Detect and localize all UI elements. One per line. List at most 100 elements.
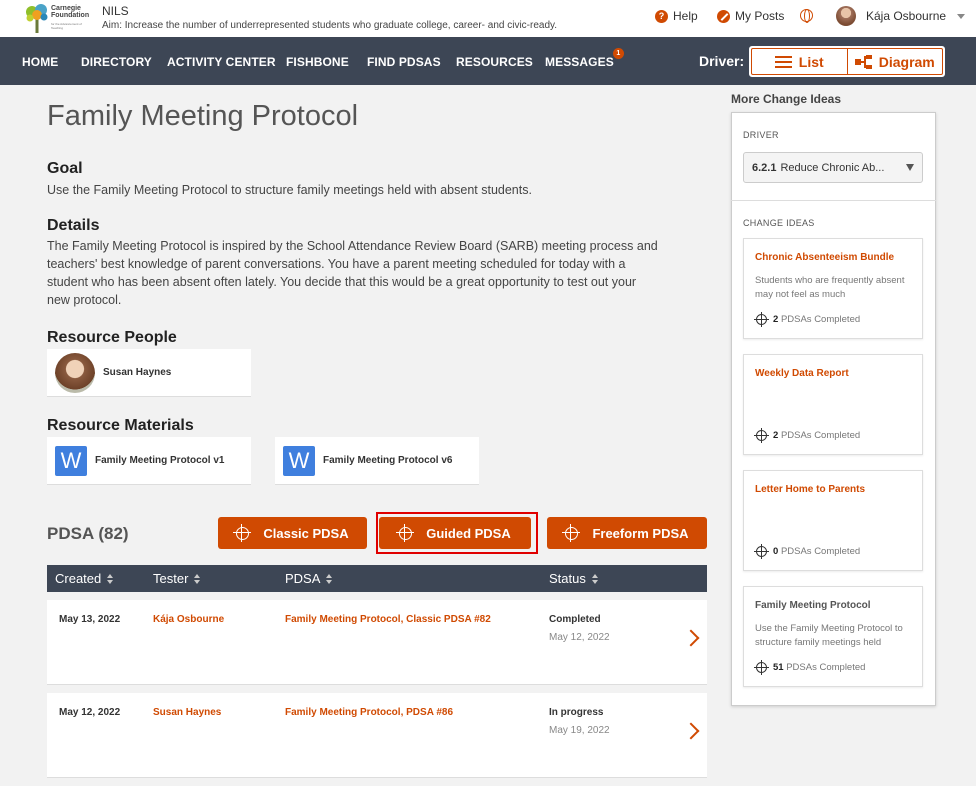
count-value: 51 xyxy=(773,662,784,673)
globe-icon xyxy=(800,9,813,23)
chevron-down-icon xyxy=(957,13,966,19)
col-created-label: Created xyxy=(55,571,102,586)
carnegie-logo[interactable]: Carnegie Foundation for the Advancement … xyxy=(24,2,89,34)
target-icon xyxy=(562,523,581,542)
row-pdsa[interactable]: Family Meeting Protocol, Classic PDSA #8… xyxy=(285,614,491,625)
list-label: List xyxy=(798,53,824,70)
nav-home[interactable]: HOME xyxy=(22,55,58,69)
pdsa-completed-count: 51 PDSAs Completed xyxy=(754,660,866,675)
target-icon xyxy=(233,523,252,542)
help-link[interactable]: ? Help xyxy=(655,9,698,23)
count-value: 2 xyxy=(773,314,779,325)
row-status-date: May 19, 2022 xyxy=(549,725,610,736)
freeform-pdsa-label: Freeform PDSA xyxy=(592,525,689,541)
count-suffix: PDSAs Completed xyxy=(780,314,861,325)
material-name: Family Meeting Protocol v1 xyxy=(95,455,225,466)
nav-messages-label: MESSAGES xyxy=(545,55,614,69)
change-idea-title[interactable]: Letter Home to Parents xyxy=(755,484,865,495)
person-name: Susan Haynes xyxy=(103,367,172,378)
material-card[interactable]: W Family Meeting Protocol v1 xyxy=(47,437,251,485)
nav-resources[interactable]: RESOURCES xyxy=(456,55,533,69)
classic-pdsa-label: Classic PDSA xyxy=(263,525,349,541)
resource-people-heading: Resource People xyxy=(47,329,177,346)
details-text: The Family Meeting Protocol is inspired … xyxy=(47,237,707,309)
driver-code: 6.2.1 xyxy=(752,161,777,174)
details-line: teachers' best knowledge of parent conve… xyxy=(47,257,626,271)
chevron-right-icon[interactable] xyxy=(682,722,700,740)
row-status-date: May 12, 2022 xyxy=(549,632,610,643)
classic-pdsa-button[interactable]: Classic PDSA xyxy=(218,517,367,549)
my-posts-link[interactable]: My Posts xyxy=(717,9,784,23)
change-idea-card[interactable]: Family Meeting Protocol Use the Family M… xyxy=(743,586,923,687)
page-title: Family Meeting Protocol xyxy=(47,100,359,132)
tree-logo-icon xyxy=(26,4,48,33)
language-button[interactable] xyxy=(800,9,813,23)
my-posts-label: My Posts xyxy=(735,9,785,23)
material-card[interactable]: W Family Meeting Protocol v6 xyxy=(275,437,479,485)
col-tester[interactable]: Tester xyxy=(153,571,201,586)
row-tester[interactable]: Kája Osbourne xyxy=(153,614,224,625)
nav-find-pdsas[interactable]: FIND PDSAS xyxy=(367,55,441,69)
word-doc-icon: W xyxy=(283,445,315,476)
user-name: Kája Osbourne xyxy=(866,9,947,23)
highlight-box xyxy=(376,512,538,554)
table-row[interactable]: May 13, 2022 Kája Osbourne Family Meetin… xyxy=(47,600,707,685)
goal-text: Use the Family Meeting Protocol to struc… xyxy=(47,183,532,197)
driver-select[interactable]: 6.2.1 Reduce Chronic Ab... xyxy=(743,152,923,183)
caret-down-icon xyxy=(906,164,914,171)
sort-icon xyxy=(194,573,201,584)
count-suffix: PDSAs Completed xyxy=(786,662,866,673)
chevron-right-icon[interactable] xyxy=(682,629,700,647)
resource-person-card[interactable]: Susan Haynes xyxy=(47,349,251,397)
panel-divider xyxy=(731,200,936,201)
nav-messages[interactable]: MESSAGES 1 xyxy=(545,48,624,69)
change-idea-card[interactable]: Chronic Absenteeism Bundle Students who … xyxy=(743,238,923,339)
sort-icon xyxy=(591,573,598,584)
org-sub: for the Advancement of Teaching xyxy=(51,22,82,30)
diagram-label: Diagram xyxy=(878,53,935,70)
diagram-view-button[interactable]: Diagram xyxy=(847,48,943,75)
count-suffix: PDSAs Completed xyxy=(780,430,861,441)
sort-icon xyxy=(326,573,333,584)
row-tester[interactable]: Susan Haynes xyxy=(153,707,221,718)
diagram-icon xyxy=(854,54,872,69)
col-pdsa[interactable]: PDSA xyxy=(285,571,333,586)
change-idea-card[interactable]: Weekly Data Report 2 PDSAs Completed xyxy=(743,354,923,455)
pdsa-completed-count: 2 PDSAs Completed xyxy=(754,428,861,443)
count-value: 2 xyxy=(773,430,779,441)
row-created: May 13, 2022 xyxy=(59,614,121,625)
col-created[interactable]: Created xyxy=(55,571,114,586)
nav-activity-center[interactable]: ACTIVITY CENTER xyxy=(167,55,276,69)
pdsa-table-header: Created Tester PDSA Status xyxy=(47,565,707,592)
table-row[interactable]: May 12, 2022 Susan Haynes Family Meeting… xyxy=(47,693,707,778)
resource-materials-heading: Resource Materials xyxy=(47,417,194,434)
nav-fishbone[interactable]: FISHBONE xyxy=(286,55,349,69)
pencil-icon xyxy=(717,9,730,23)
goal-heading: Goal xyxy=(47,160,83,177)
driver-value: Reduce Chronic Ab... xyxy=(780,161,885,174)
nav-directory[interactable]: DIRECTORY xyxy=(81,55,152,69)
change-idea-title[interactable]: Weekly Data Report xyxy=(755,368,849,379)
row-pdsa[interactable]: Family Meeting Protocol, PDSA #86 xyxy=(285,707,453,718)
list-view-button[interactable]: List xyxy=(751,48,848,75)
user-menu[interactable]: Kája Osbourne xyxy=(836,6,966,26)
more-change-ideas-title: More Change Ideas xyxy=(731,92,842,106)
change-idea-title[interactable]: Chronic Absenteeism Bundle xyxy=(755,252,894,263)
change-idea-desc: Use the Family Meeting Protocol to struc… xyxy=(755,623,903,648)
list-icon xyxy=(774,55,792,68)
row-created: May 12, 2022 xyxy=(59,707,121,718)
col-status[interactable]: Status xyxy=(549,571,598,586)
sort-icon xyxy=(107,573,114,584)
details-line: student who has been absent often lately… xyxy=(47,275,637,289)
freeform-pdsa-button[interactable]: Freeform PDSA xyxy=(547,517,707,549)
change-idea-card[interactable]: Letter Home to Parents 0 PDSAs Completed xyxy=(743,470,923,571)
aim-text: Aim: Increase the number of underreprese… xyxy=(102,20,558,31)
pdsa-completed-count: 2 PDSAs Completed xyxy=(754,312,861,327)
details-heading: Details xyxy=(47,217,100,234)
app-name: NILS xyxy=(102,4,129,18)
col-pdsa-label: PDSA xyxy=(285,571,321,586)
driver-section-label: DRIVER xyxy=(743,130,779,140)
details-line: The Family Meeting Protocol is inspired … xyxy=(47,239,658,253)
target-icon xyxy=(754,660,769,675)
top-bar: Carnegie Foundation for the Advancement … xyxy=(0,0,976,37)
